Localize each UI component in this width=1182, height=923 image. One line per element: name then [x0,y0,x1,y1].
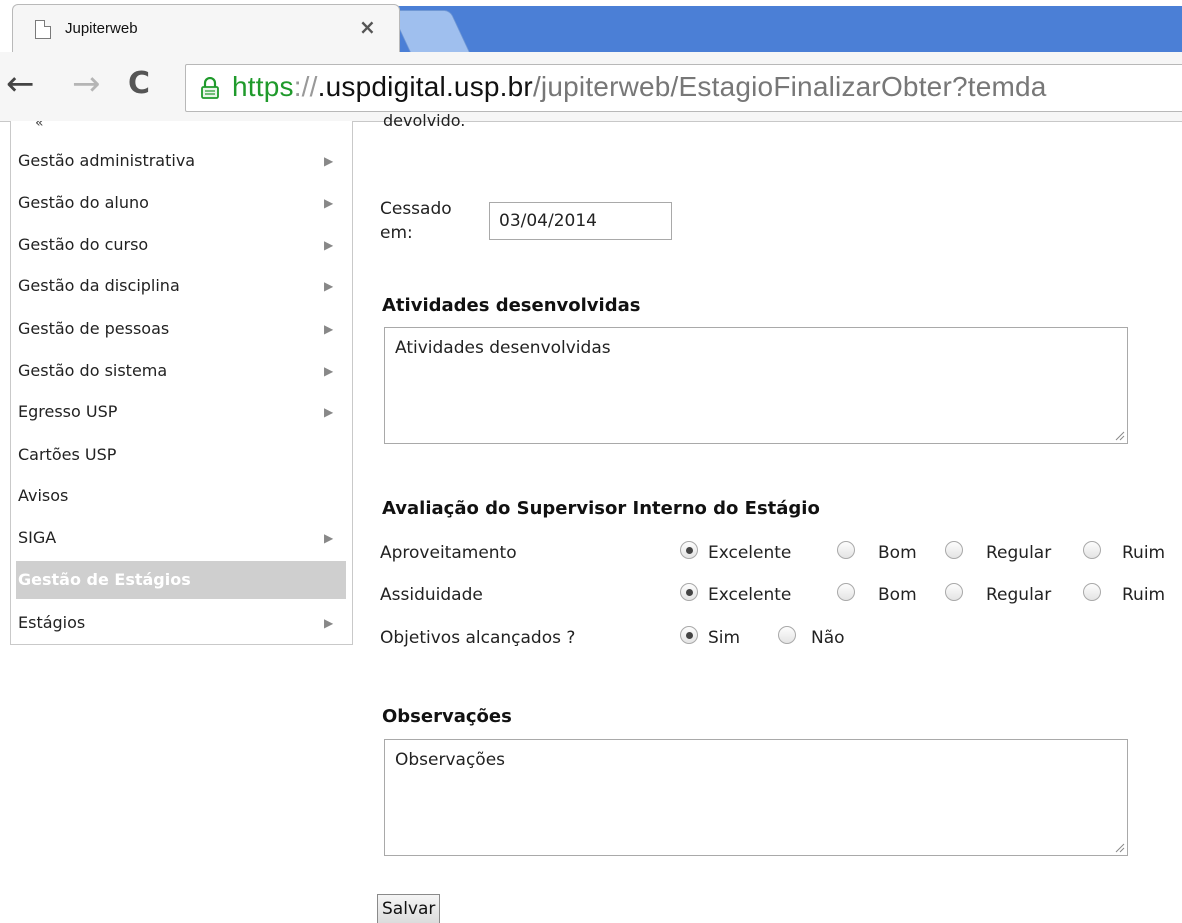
objetivos-sim-radio[interactable] [680,626,698,644]
sidebar-item-gestao-do-sistema[interactable]: Gestão do sistema ▶ [16,352,346,390]
option-label: Regular [986,585,1052,605]
sidebar-item-label: Gestão do aluno [18,193,149,212]
sidebar-item-label: Avisos [18,486,69,505]
page-icon [35,20,51,39]
forward-arrow-icon[interactable]: → [72,64,101,104]
sidebar-item-avisos[interactable]: Avisos [16,477,346,515]
sidebar-item-gestao-de-pessoas[interactable]: Gestão de pessoas ▶ [16,310,346,348]
sidebar-item-label: Gestão da disciplina [18,276,180,295]
assiduidade-label: Assiduidade [380,585,483,605]
option-label: Excelente [708,585,792,605]
back-arrow-icon[interactable]: ← [6,64,35,104]
option-label: Ruim [1122,585,1166,605]
browser-tabstrip: Jupiterweb × [0,0,1182,52]
assiduidade-ruim-radio[interactable] [1083,583,1101,601]
sidebar-item-siga[interactable]: SIGA ▶ [16,519,346,557]
internship-form: devolvido. Cessado em: 03/04/2014 Ativid… [377,111,1182,923]
submenu-arrow-icon: ▶ [324,364,334,378]
aproveitamento-excelente-radio[interactable] [680,541,698,559]
option-label: Não [811,628,845,648]
submenu-arrow-icon: ▶ [324,616,334,630]
assiduidade-regular-radio[interactable] [945,583,963,601]
submenu-arrow-icon: ▶ [324,279,334,293]
option-label: Bom [878,585,917,605]
submenu-arrow-icon: ▶ [324,405,334,419]
activities-title: Atividades desenvolvidas [382,295,641,316]
close-tab-icon[interactable]: × [359,15,376,39]
submenu-arrow-icon: ▶ [324,531,334,545]
window-frame [392,6,1182,52]
submenu-arrow-icon: ▶ [324,238,334,252]
sidebar-item-label: Gestão do curso [18,235,149,254]
sidebar-item-gestao-da-disciplina[interactable]: Gestão da disciplina ▶ [16,267,346,305]
option-label: Bom [878,543,917,563]
sidebar-item-label: Cartões USP [18,445,117,464]
assiduidade-row: Assiduidade Excelente Bom Regular Ruim [380,583,1182,613]
ceased-label: Cessado [380,199,452,219]
ceased-date-field[interactable]: 03/04/2014 [489,202,672,240]
sidebar-item-gestao-de-estagios[interactable]: Gestão de Estágios [16,561,346,599]
address-bar[interactable]: https://.uspdigital.usp.br/jupiterweb/Es… [185,64,1182,112]
sidebar-item-gestao-do-aluno[interactable]: Gestão do aluno ▶ [16,184,346,222]
url-host: .uspdigital.usp.br [317,71,533,102]
objetivos-row: Objetivos alcançados ? Sim Não [380,626,1182,656]
objetivos-label: Objetivos alcançados ? [380,628,576,648]
assiduidade-bom-radio[interactable] [837,583,855,601]
sidebar-item-label: Estágios [18,613,86,632]
sidebar-item-gestao-do-curso[interactable]: Gestão do curso ▶ [16,226,346,264]
lock-icon [201,77,219,99]
sidebar-item-label: Gestão de Estágios [18,570,191,589]
sidebar-cut-item: « [35,121,44,131]
resize-grip-icon[interactable] [1115,843,1125,853]
objetivos-nao-radio[interactable] [778,626,796,644]
option-label: Excelente [708,543,792,563]
ceased-label-cont: em: [380,223,413,243]
url-separator: :// [293,71,318,102]
browser-toolbar: ← → C https://.uspdigital.usp.br/jupiter… [0,52,1182,122]
sidebar-item-gestao-administrativa[interactable]: Gestão administrativa ▶ [16,142,346,180]
url-path: /jupiterweb/EstagioFinalizarObter?temda [532,71,1047,102]
browser-tab[interactable]: Jupiterweb × [12,4,400,52]
sidebar-item-estagios[interactable]: Estágios ▶ [16,604,346,642]
submenu-arrow-icon: ▶ [324,322,334,336]
sidebar-item-label: SIGA [18,528,57,547]
observations-title: Observações [382,706,512,727]
resize-grip-icon[interactable] [1115,431,1125,441]
assiduidade-excelente-radio[interactable] [680,583,698,601]
submenu-arrow-icon: ▶ [324,154,334,168]
sidebar-item-egresso-usp[interactable]: Egresso USP ▶ [16,393,346,431]
save-button[interactable]: Salvar [377,894,441,923]
sidebar-item-label: Egresso USP [18,402,118,421]
option-label: Ruim [1122,543,1166,563]
sidebar-item-label: Gestão de pessoas [18,319,170,338]
url-text: https://.uspdigital.usp.br/jupiterweb/Es… [232,71,1047,103]
submenu-arrow-icon: ▶ [324,196,334,210]
url-scheme: https [232,71,294,102]
option-label: Regular [986,543,1052,563]
aproveitamento-row: Aproveitamento Excelente Bom Regular Rui… [380,541,1182,571]
aproveitamento-ruim-radio[interactable] [1083,541,1101,559]
reload-icon[interactable]: C [128,64,150,104]
tab-title: Jupiterweb [65,20,138,37]
option-label: Sim [708,628,741,648]
observations-textarea[interactable]: Observações [384,739,1128,856]
aproveitamento-label: Aproveitamento [380,543,517,563]
evaluation-title: Avaliação do Supervisor Interno do Estág… [382,498,820,519]
sidebar-menu: « Gestão administrativa ▶ Gestão do alun… [10,121,353,645]
clipped-text: devolvido. [383,111,466,130]
sidebar-item-cartoes-usp[interactable]: Cartões USP [16,436,346,474]
aproveitamento-regular-radio[interactable] [945,541,963,559]
aproveitamento-bom-radio[interactable] [837,541,855,559]
sidebar-item-label: Gestão do sistema [18,361,168,380]
activities-textarea[interactable]: Atividades desenvolvidas [384,327,1128,444]
sidebar-item-label: Gestão administrativa [18,151,196,170]
